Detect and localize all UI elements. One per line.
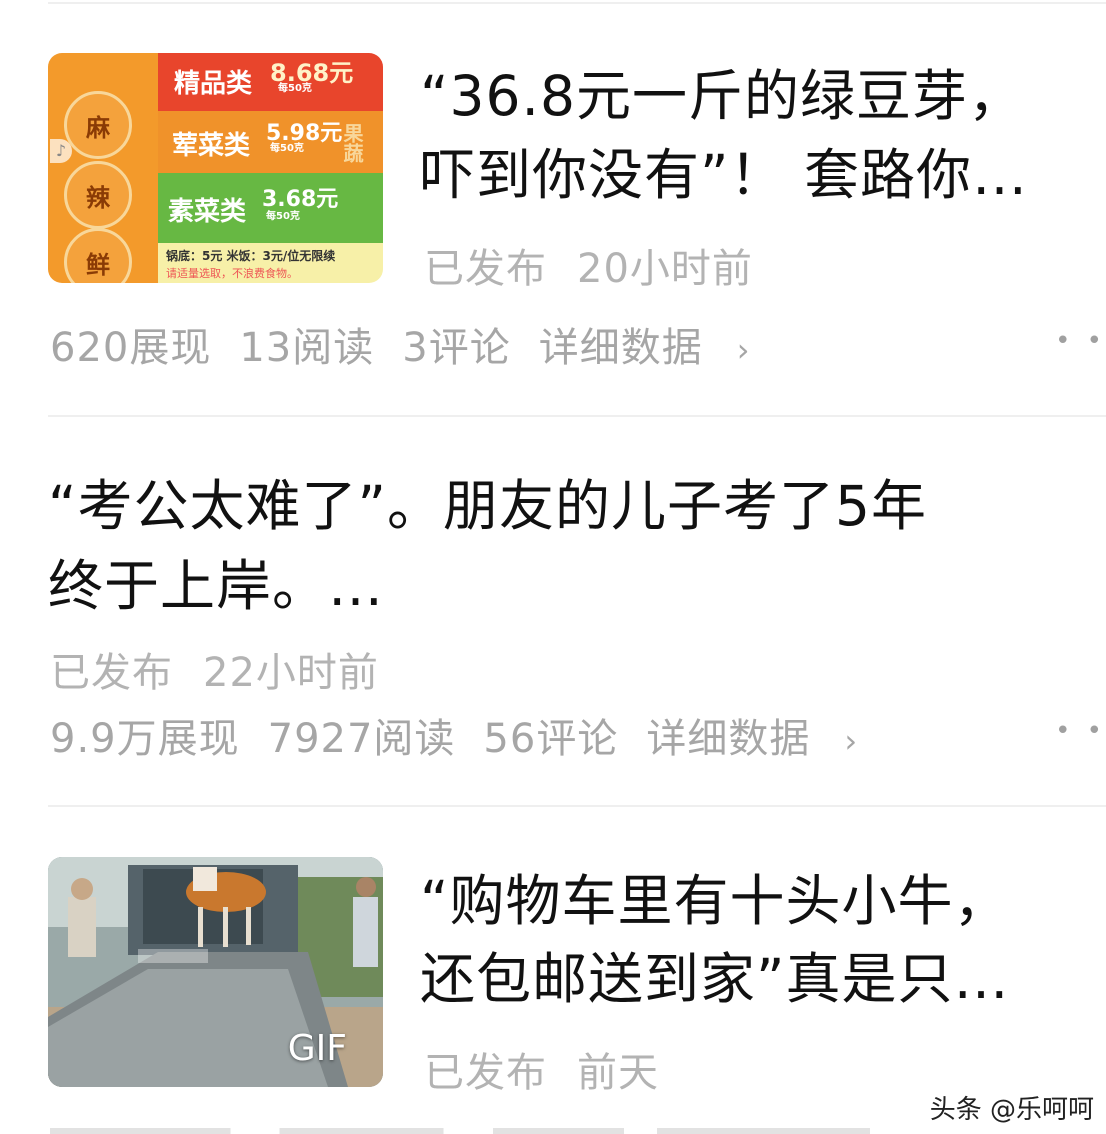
reads-count: 13阅读 [239,325,375,371]
ellipsis-icon[interactable]: • • [1055,716,1106,746]
details-link-label: 详细数据 [646,716,811,762]
price-band: 素菜类 3.68元 每50克 [158,173,383,243]
publish-time: 前天 [577,1050,659,1096]
article-stats: 620展现 13阅读 3评论 详细数据 › [50,315,779,373]
band-name: 精品类 [174,69,253,99]
ellipsis-icon[interactable]: • • [1055,326,1106,356]
article-title-line[interactable]: “购物车里有十头小牛， [420,862,1010,941]
badge-la: 辣 [64,161,132,229]
menu-footer-text: 锅底：5元 米饭：3元/位无限续 [166,249,336,263]
band-unit: 每50克 [278,83,312,94]
reads-count: 7927阅读 [267,716,456,762]
gif-badge: GIF [287,1028,347,1069]
publish-meta: 已发布 22小时前 [50,640,379,698]
publish-time: 20小时前 [577,246,753,292]
article-title-line[interactable]: 还包邮送到家”真是只… [420,940,1010,1019]
divider [48,805,1106,807]
divider [48,415,1106,417]
watermark: 头条 @乐呵呵 [929,1095,1094,1125]
details-link[interactable]: 详细数据 › [539,325,779,371]
article-title-line[interactable]: 吓到你没有”！ 套路你… [420,136,1028,215]
publish-meta: 已发布 前天 [424,1040,659,1098]
article-thumbnail[interactable]: GIF [48,857,383,1087]
band-name: 荤菜类 [172,131,251,161]
menu-footer: 锅底：5元 米饭：3元/位无限续 请适量选取，不浪费食物。 [158,243,383,283]
divider [48,2,1106,4]
article-stats-clipped [50,1118,870,1134]
chevron-right-icon: › [736,331,751,369]
details-link-label: 详细数据 [538,325,703,371]
article-thumbnail[interactable]: 麻 辣 鲜 精品类 8.68元 每50克 荤菜类 5.98元 每50克 果蔬 素… [48,53,383,283]
article-title-line[interactable]: “36.8元一斤的绿豆芽， [420,57,1024,136]
comments-count: 56评论 [483,716,619,762]
article-title-line[interactable]: 终于上岸。… [48,547,384,626]
price-band: 精品类 8.68元 每50克 [158,53,383,111]
badge-ma: 麻 [64,91,132,159]
publish-status: 已发布 [50,650,173,696]
publish-meta: 已发布 20小时前 [424,236,753,294]
article-stats: 9.9万展现 7927阅读 56评论 详细数据 › [50,706,886,764]
details-link[interactable]: 详细数据 › [646,716,886,762]
menu-footer-note: 请适量选取，不浪费食物。 [166,267,298,280]
publish-status: 已发布 [424,246,547,292]
side-text: 果蔬 [340,123,364,163]
publish-time: 22小时前 [203,650,379,696]
chevron-right-icon: › [844,722,859,760]
band-name: 素菜类 [168,197,247,227]
band-unit: 每50克 [270,143,304,154]
views-count: 620展现 [50,325,212,371]
views-count: 9.9万展现 [50,716,240,762]
price-band: 荤菜类 5.98元 每50克 果蔬 [158,111,383,173]
band-unit: 每50克 [266,211,300,222]
publish-status: 已发布 [424,1050,547,1096]
comments-count: 3评论 [402,325,511,371]
article-title-line[interactable]: “考公太难了”。朋友的儿子考了5年 [48,467,927,546]
